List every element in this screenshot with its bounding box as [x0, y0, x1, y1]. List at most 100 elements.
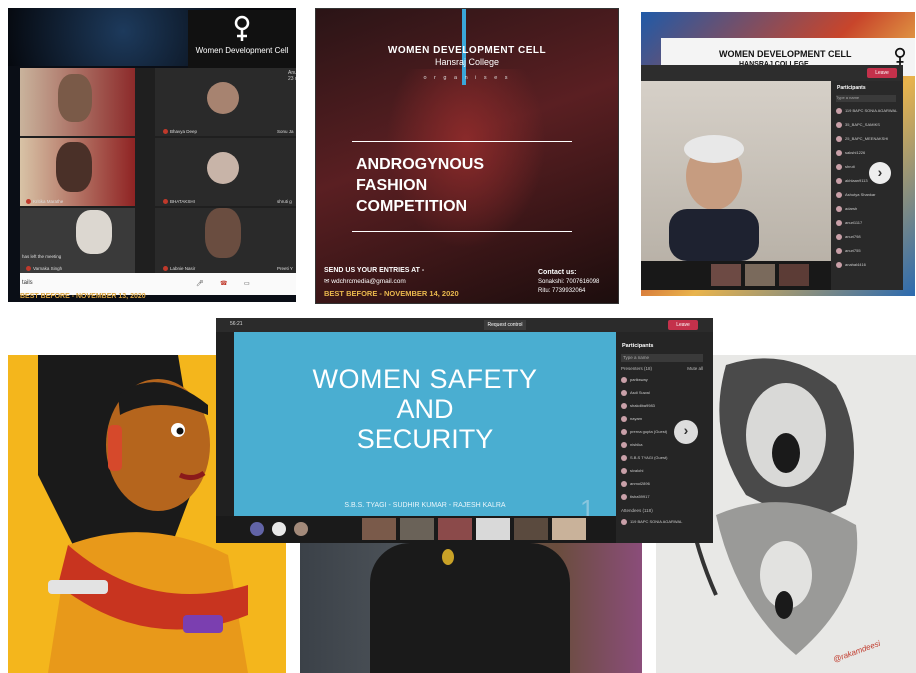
- video-thumbnail[interactable]: [514, 518, 548, 540]
- list-item[interactable]: Asdi Suwal: [621, 389, 683, 397]
- participant-search-input[interactable]: Type a name: [836, 95, 896, 102]
- list-item[interactable]: sakshi1226: [836, 149, 898, 157]
- list-item[interactable]: anmol2896: [621, 480, 683, 488]
- divider: [352, 141, 572, 142]
- participant-face: [58, 74, 92, 122]
- video-tile[interactable]: BHATAKSHI: [155, 138, 275, 206]
- participant-search-input[interactable]: Type a name: [621, 354, 703, 362]
- avatar: [836, 150, 842, 156]
- contact-phone: Ritu: 7739932064: [538, 288, 586, 294]
- poster-title-line: ANDROGYNOUS: [356, 156, 485, 173]
- teams-meeting-screenshot: WOMEN DEVELOPMENT CELL HANSRAJ COLLEGE L…: [641, 12, 915, 296]
- teams-slide-screenshot: 56:21 Request control Leave WOMEN SAFETY…: [216, 318, 713, 543]
- avatar: [207, 152, 239, 184]
- video-tile[interactable]: Kritika Marathe: [20, 138, 135, 206]
- details-link[interactable]: tails: [22, 280, 33, 286]
- participant-thumbnail-strip: [216, 516, 616, 543]
- video-tile[interactable]: Preeti Y: [275, 208, 296, 273]
- participant-name: Bhavya Deep: [170, 128, 198, 134]
- avatar: [621, 377, 627, 383]
- slide-authors: S.B.S. TYAGI - SUDHIR KUMAR - RAJESH KAL…: [344, 502, 506, 509]
- video-thumbnail[interactable]: [711, 264, 741, 286]
- list-item[interactable]: shakdiba9983: [621, 402, 683, 410]
- list-item[interactable]: adarsh: [836, 205, 898, 213]
- participant-name: Labnie Nasir: [170, 265, 196, 271]
- presenters-label: Presenters (18): [621, 366, 653, 371]
- avatar: [621, 494, 627, 500]
- video-thumbnail[interactable]: [362, 518, 396, 540]
- request-control-button[interactable]: Request control: [484, 320, 526, 330]
- list-item[interactable]: S.B.S TYAGI (Guest): [621, 454, 683, 462]
- list-item[interactable]: anuri1117: [836, 219, 898, 227]
- list-item[interactable]: nayam: [621, 415, 683, 423]
- video-thumbnail[interactable]: [779, 264, 809, 286]
- list-item[interactable]: anahal4416: [836, 261, 898, 269]
- video-thumbnail[interactable]: [438, 518, 472, 540]
- avatar: [621, 519, 627, 525]
- list-item[interactable]: 35_BAPC_SAMIKS: [836, 121, 898, 129]
- video-thumbnail[interactable]: [745, 264, 775, 286]
- speaker-figure: [669, 135, 759, 261]
- list-item[interactable]: anuri755: [836, 247, 898, 255]
- video-tile[interactable]: has left the meeting Varnaka Singh: [20, 208, 135, 273]
- slide-title-line: AND: [396, 394, 454, 424]
- meeting-timer: 56:21: [230, 321, 243, 327]
- participant-thumbnail-strip: [641, 261, 831, 290]
- next-arrow-icon[interactable]: ›: [674, 420, 698, 444]
- divider: [352, 231, 572, 232]
- list-item[interactable]: Ashutya Shankar: [836, 191, 898, 199]
- avatar[interactable]: [272, 522, 286, 536]
- female-symbol-icon: [234, 15, 250, 41]
- teams-window: Leave Participants Type a name 119 BAPC …: [641, 65, 903, 290]
- avatar[interactable]: [250, 522, 264, 536]
- avatar: [836, 234, 842, 240]
- mute-all-button[interactable]: Mute all: [687, 366, 703, 371]
- poster-title-line: FASHION: [356, 177, 428, 194]
- avatar: [621, 468, 627, 474]
- speaker-video: [641, 81, 831, 261]
- video-tile[interactable]: [20, 68, 135, 136]
- participant-name: Varnaka Singh: [33, 265, 63, 271]
- video-thumbnail[interactable]: [400, 518, 434, 540]
- participant-name: BHATAKSHI: [170, 198, 195, 204]
- side-participant-label: Anuj Rana and 23 m: [288, 70, 296, 82]
- video-tile[interactable]: Labnie Nasir: [155, 208, 275, 273]
- participant-face: [56, 142, 92, 192]
- list-item[interactable]: pariksway: [621, 376, 683, 384]
- video-thumbnail[interactable]: [552, 518, 586, 540]
- event-photo: [300, 543, 642, 673]
- participant-name: Preeti Y: [277, 266, 293, 271]
- video-tile[interactable]: shruti g: [275, 138, 296, 206]
- list-item[interactable]: tisha59917: [621, 493, 683, 501]
- list-item[interactable]: sivalohi: [621, 467, 683, 475]
- rainbow-bangle-icon: [183, 615, 223, 633]
- participant-face: [205, 208, 241, 258]
- leave-button[interactable]: Leave: [867, 68, 897, 78]
- video-thumbnail[interactable]: [476, 518, 510, 540]
- camera-icon[interactable]: ▭: [244, 280, 250, 287]
- contact-label: Contact us:: [538, 269, 577, 276]
- avatar: [621, 481, 627, 487]
- hang-up-icon[interactable]: ☎︎: [220, 280, 227, 287]
- poster-organises: o r g a n i s e s: [423, 75, 511, 81]
- participant-name: Kritika Marathe: [33, 198, 64, 204]
- medal-icon: [442, 549, 454, 565]
- list-item[interactable]: 25_BAPC_MEENAKSHI: [836, 135, 898, 143]
- poster-title-line: COMPETITION: [356, 198, 468, 215]
- next-arrow-icon[interactable]: ›: [869, 162, 891, 184]
- mic-icon[interactable]: 🎤︎: [196, 280, 204, 287]
- avatar: [836, 192, 842, 198]
- meeting-grid-screenshot: Women Development Cell Bhavya Deep Sonu …: [8, 8, 296, 302]
- wdc-logo-panel: Women Development Cell: [188, 10, 296, 70]
- list-item[interactable]: 119 BAPC SONIA AGARWAL: [836, 107, 898, 115]
- list-item[interactable]: anuri798: [836, 233, 898, 241]
- list-item[interactable]: 119 BAPC SONIA AGARWAL: [621, 518, 683, 526]
- avatar: [836, 178, 842, 184]
- leave-button[interactable]: Leave: [668, 320, 698, 330]
- list-item[interactable]: nishika: [621, 441, 683, 449]
- participants-title: Participants: [837, 85, 866, 91]
- video-tile[interactable]: Bhavya Deep: [155, 68, 275, 136]
- avatar[interactable]: [294, 522, 308, 536]
- participants-title: Participants: [622, 343, 654, 349]
- participant-name: shruti g: [277, 199, 292, 204]
